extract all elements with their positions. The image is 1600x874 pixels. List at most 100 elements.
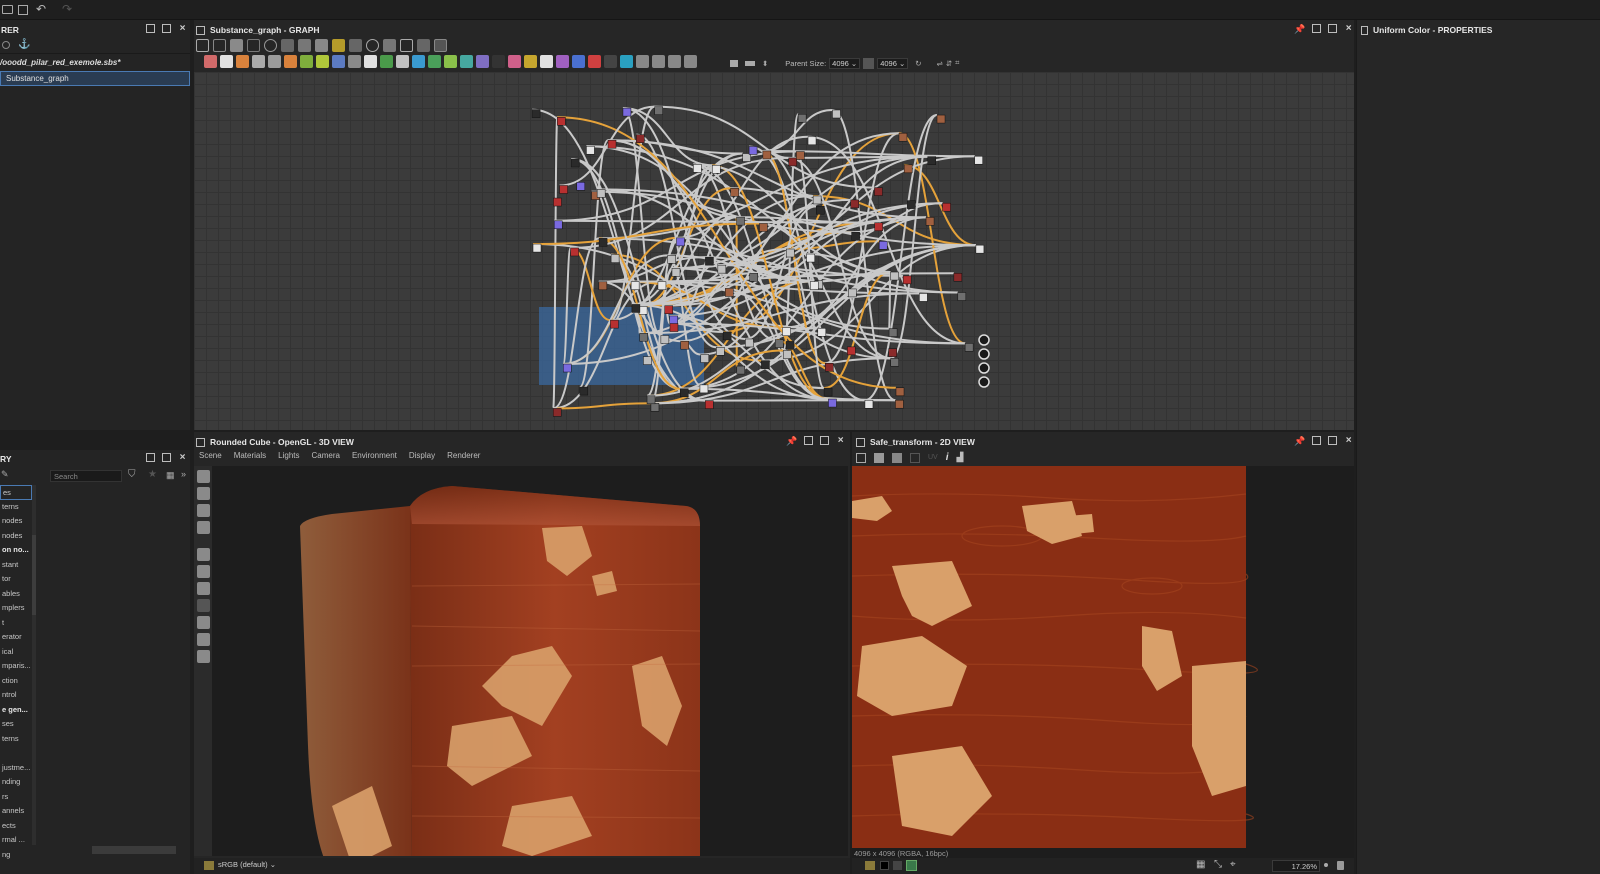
node-filter-icon[interactable] bbox=[588, 55, 601, 68]
menu-lights[interactable]: Lights bbox=[278, 451, 299, 463]
library-category-item[interactable]: terns bbox=[0, 500, 32, 515]
graph-node[interactable] bbox=[927, 156, 936, 165]
graph-node[interactable] bbox=[598, 281, 608, 291]
graph-node[interactable] bbox=[610, 319, 619, 329]
grid-icon[interactable]: ▦ bbox=[1196, 859, 1205, 870]
pan-icon[interactable] bbox=[213, 39, 226, 52]
graph-node[interactable] bbox=[888, 348, 897, 357]
graph-node[interactable] bbox=[657, 281, 667, 291]
close-icon[interactable]: × bbox=[836, 436, 845, 446]
edit-icon[interactable]: ✎ bbox=[1, 469, 9, 480]
library-category-item[interactable]: on no... bbox=[0, 543, 32, 558]
graph-node[interactable] bbox=[607, 139, 617, 149]
search-input[interactable]: Search bbox=[50, 470, 122, 482]
align-icon[interactable] bbox=[298, 39, 311, 52]
graph-node[interactable] bbox=[559, 185, 568, 194]
library-category-item[interactable]: nodes bbox=[0, 529, 32, 544]
graph-node[interactable] bbox=[785, 248, 795, 258]
layers-icon[interactable] bbox=[204, 861, 214, 870]
graph-node[interactable] bbox=[711, 165, 721, 174]
node-filter-icon[interactable] bbox=[316, 55, 329, 68]
view3d-tool-icon[interactable] bbox=[197, 650, 210, 663]
graph-node[interactable] bbox=[749, 273, 758, 282]
graph-node[interactable] bbox=[598, 238, 608, 247]
graph-node[interactable] bbox=[851, 232, 860, 241]
flow-icon[interactable]: ⇵ bbox=[946, 59, 952, 68]
graph-node[interactable] bbox=[745, 338, 754, 348]
link-icon[interactable] bbox=[2, 41, 10, 49]
lock-icon[interactable] bbox=[1337, 861, 1344, 870]
library-category-item[interactable]: mplers bbox=[0, 601, 32, 616]
graph-node[interactable] bbox=[622, 107, 632, 117]
graph-node[interactable] bbox=[748, 146, 758, 155]
node-filter-icon[interactable] bbox=[652, 55, 665, 68]
graph-node[interactable] bbox=[788, 157, 797, 167]
uv-label[interactable]: UV bbox=[928, 454, 938, 461]
graph-node[interactable] bbox=[810, 281, 819, 290]
node-filter-icon[interactable] bbox=[428, 55, 441, 68]
library-scrollbar[interactable] bbox=[32, 485, 36, 845]
library-category-item[interactable] bbox=[0, 746, 32, 761]
node-filter-icon[interactable] bbox=[284, 55, 297, 68]
view2d-viewport[interactable]: 4096 x 4096 (RGBA, 16bpc) bbox=[852, 466, 1354, 858]
redo-icon[interactable]: ↷ bbox=[62, 2, 72, 16]
node-filter-icon[interactable] bbox=[460, 55, 473, 68]
snap-icon[interactable]: ⌗ bbox=[955, 58, 959, 68]
graph-node[interactable] bbox=[782, 350, 792, 359]
library-hscrollbar[interactable] bbox=[92, 846, 176, 854]
channel-color-icon[interactable] bbox=[906, 860, 917, 871]
view3d-tool-icon[interactable] bbox=[197, 582, 210, 595]
zoom-fit-icon[interactable]: ⤡ bbox=[1214, 859, 1222, 870]
graph-item[interactable]: Substance_graph bbox=[0, 71, 190, 86]
pin-icon[interactable]: 📌 bbox=[786, 436, 797, 447]
graph-node[interactable] bbox=[850, 199, 859, 209]
wire-icon[interactable] bbox=[349, 39, 362, 52]
graph-node[interactable] bbox=[650, 403, 660, 412]
graph-node[interactable] bbox=[806, 253, 815, 263]
maximize-button[interactable] bbox=[1328, 436, 1338, 445]
graph-node[interactable] bbox=[586, 145, 595, 155]
graph-node[interactable] bbox=[903, 164, 913, 174]
node-filter-icon[interactable] bbox=[236, 55, 249, 68]
graph-node[interactable] bbox=[636, 134, 645, 143]
graph-node[interactable] bbox=[919, 293, 928, 302]
library-category-item[interactable]: mparis... bbox=[0, 659, 32, 674]
maximize-button[interactable] bbox=[1328, 24, 1338, 33]
graph-node[interactable] bbox=[888, 328, 898, 337]
copy-icon[interactable] bbox=[892, 452, 902, 463]
graph-node[interactable] bbox=[576, 182, 586, 191]
view3d-tool-icon[interactable] bbox=[197, 616, 210, 629]
graph-node[interactable] bbox=[874, 187, 883, 196]
graph-node[interactable] bbox=[832, 109, 841, 119]
colorspace-select[interactable]: sRGB (default) ⌄ bbox=[218, 860, 276, 869]
graph-node[interactable] bbox=[895, 387, 905, 397]
zoom-input[interactable]: 17.26% bbox=[1272, 860, 1320, 872]
graph-node[interactable] bbox=[890, 357, 899, 367]
graph-node[interactable] bbox=[825, 363, 834, 372]
library-category-item[interactable]: nding bbox=[0, 775, 32, 790]
view3d-viewport[interactable] bbox=[212, 466, 848, 856]
output-node[interactable] bbox=[978, 348, 990, 360]
output-node[interactable] bbox=[978, 376, 990, 388]
graph-node[interactable] bbox=[953, 273, 963, 282]
info-icon[interactable]: i bbox=[946, 452, 949, 463]
graph-node[interactable] bbox=[700, 354, 710, 363]
menu-scene[interactable]: Scene bbox=[199, 451, 222, 463]
library-category-item[interactable]: erator bbox=[0, 630, 32, 645]
node-filter-icon[interactable] bbox=[300, 55, 313, 68]
view3d-tool-icon[interactable] bbox=[197, 487, 210, 500]
graph-node[interactable] bbox=[742, 153, 751, 162]
graph-node[interactable] bbox=[975, 244, 985, 254]
float-button[interactable] bbox=[146, 24, 155, 33]
grid-view-icon[interactable]: ▦ bbox=[166, 470, 175, 481]
graph-node[interactable] bbox=[579, 386, 589, 396]
graph-node[interactable] bbox=[553, 220, 563, 230]
save-image-icon[interactable] bbox=[874, 452, 884, 463]
view3d-tool-icon[interactable] bbox=[197, 548, 210, 561]
graph-node[interactable] bbox=[736, 216, 745, 226]
node-filter-icon[interactable] bbox=[668, 55, 681, 68]
graph-node[interactable] bbox=[807, 136, 817, 146]
graph-node[interactable] bbox=[817, 328, 827, 337]
float-button[interactable] bbox=[1312, 24, 1322, 33]
anchor-icon[interactable]: ⚓ bbox=[18, 39, 30, 50]
